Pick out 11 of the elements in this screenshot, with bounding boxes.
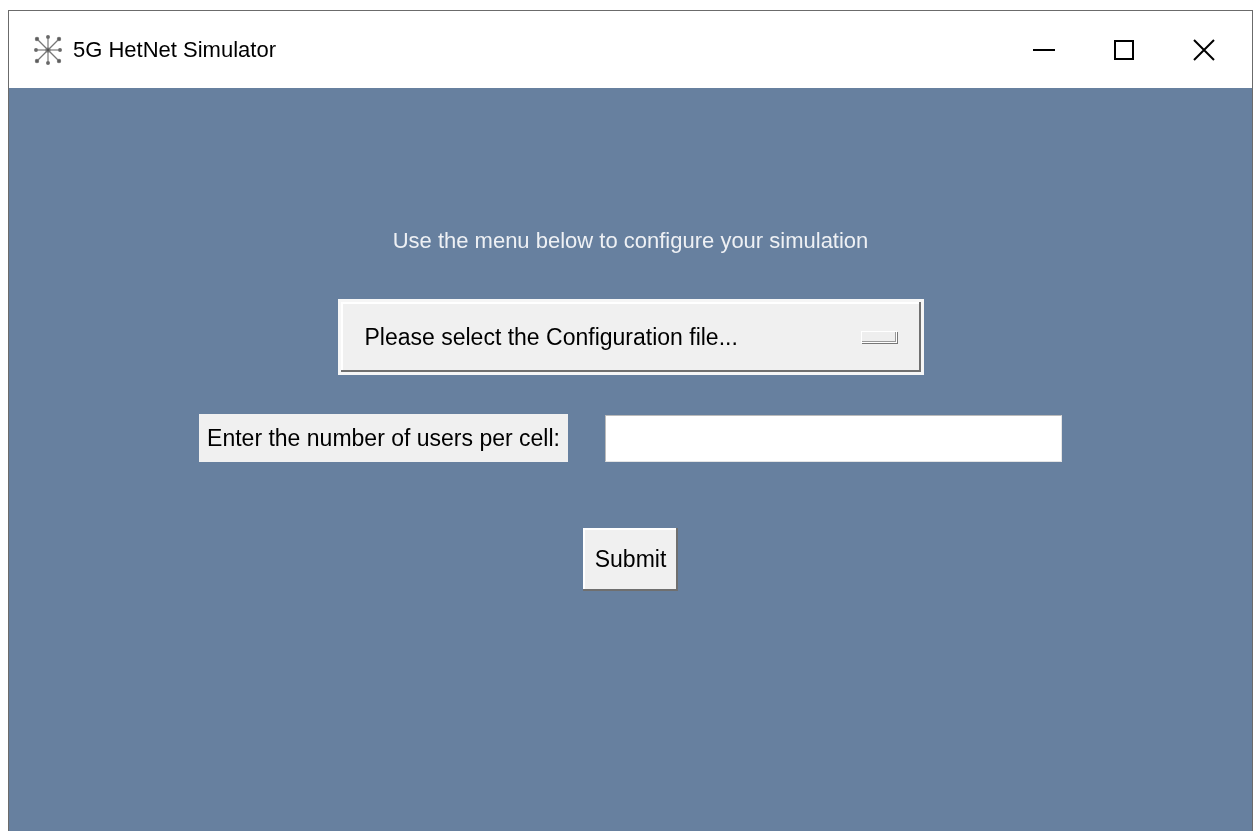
maximize-icon[interactable] bbox=[1114, 39, 1134, 60]
submit-button[interactable]: Submit bbox=[582, 528, 679, 591]
close-icon[interactable] bbox=[1193, 38, 1215, 61]
dropdown-indicator-icon bbox=[860, 331, 897, 343]
minimize-icon[interactable] bbox=[1033, 48, 1055, 51]
window-title: 5G HetNet Simulator bbox=[73, 36, 276, 63]
instruction-text: Use the menu below to configure your simulation bbox=[392, 227, 869, 255]
config-file-menu[interactable]: Please select the Configuration file... bbox=[337, 299, 924, 375]
network-icon bbox=[33, 34, 63, 65]
users-per-cell-label: Enter the number of users per cell: bbox=[199, 414, 568, 462]
users-per-cell-input[interactable] bbox=[604, 414, 1062, 462]
